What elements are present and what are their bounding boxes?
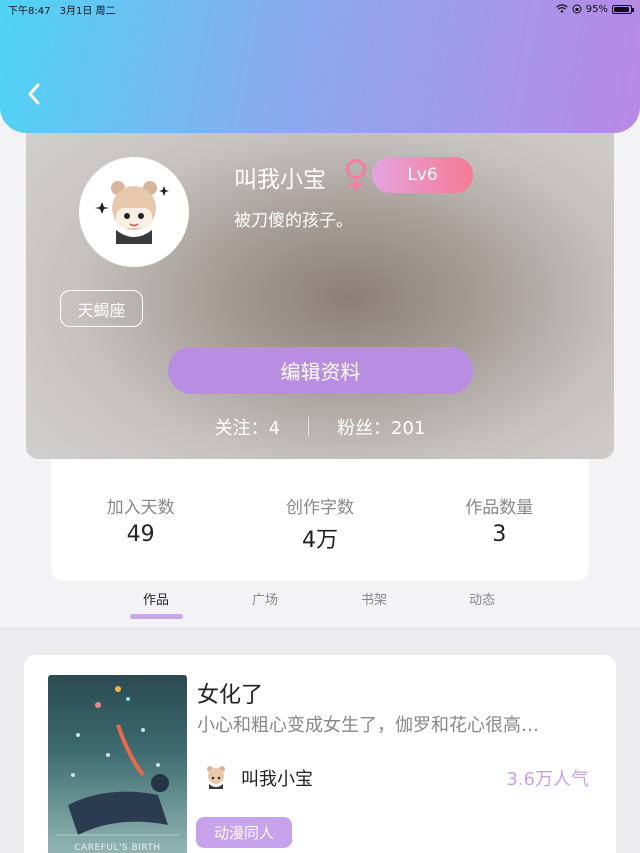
divider — [308, 417, 310, 437]
following-label: 关注： — [214, 418, 269, 439]
followers-count: 201 — [391, 418, 426, 439]
level-badge: Lv6 — [372, 157, 473, 193]
work-title[interactable]: 女化了 — [197, 677, 263, 709]
signature: 被刀傻的孩子。 — [234, 211, 353, 231]
stat-join-days: 加入天数 49 — [71, 493, 211, 581]
tab-works[interactable]: 作品 — [126, 589, 186, 608]
cover-image[interactable]: CAREFUL'S BIRTH — [48, 675, 187, 853]
header-bar — [0, 0, 640, 133]
back-button[interactable] — [18, 78, 50, 110]
stat-value: 49 — [126, 522, 155, 547]
status-bar: 下午8:47 3月1日 周二 95% — [0, 0, 640, 18]
profile-card: 叫我小宝 Lv6 被刀傻的孩子。 天蝎座 编辑资料 关注：4 粉丝：201 — [26, 100, 614, 459]
following-stat[interactable]: 关注：4 — [215, 414, 280, 440]
followers-stat[interactable]: 粉丝：201 — [337, 414, 425, 440]
genre-tag[interactable]: 动漫同人 — [196, 817, 292, 848]
stat-word-count: 创作字数 4万 — [250, 493, 390, 581]
status-left: 下午8:47 3月1日 周二 — [8, 2, 122, 17]
work-description: 小心和粗心变成女生了，伽罗和花心很高… — [197, 715, 539, 736]
avatar-illustration — [95, 181, 169, 244]
tab-bar: 作品 广场 书架 动态 — [0, 581, 640, 627]
avatar[interactable] — [79, 157, 189, 267]
female-icon — [346, 159, 366, 192]
author-avatar-illustration — [207, 766, 225, 789]
chevron-left-icon — [28, 83, 40, 105]
tab-activity[interactable]: 动态 — [452, 589, 512, 608]
stat-value: 3 — [492, 522, 507, 547]
cover-illustration — [56, 686, 179, 836]
tab-indicator — [130, 614, 183, 619]
orientation-lock-icon — [572, 4, 582, 14]
stat-label: 加入天数 — [106, 498, 175, 518]
cover-caption: CAREFUL'S BIRTH — [74, 843, 161, 853]
username: 叫我小宝 — [234, 167, 326, 193]
battery-percent: 95% — [585, 3, 608, 15]
stats-card: 加入天数 49 创作字数 4万 作品数量 3 — [51, 459, 589, 581]
following-count: 4 — [268, 418, 281, 439]
tab-bookshelf[interactable]: 书架 — [344, 589, 404, 608]
stat-value: 4万 — [301, 528, 338, 553]
author-name[interactable]: 叫我小宝 — [241, 765, 313, 791]
stat-work-count: 作品数量 3 — [429, 493, 569, 581]
edit-profile-button[interactable]: 编辑资料 — [168, 347, 473, 394]
wifi-icon — [556, 4, 568, 13]
follow-stats: 关注：4 粉丝：201 — [26, 412, 614, 442]
tab-square[interactable]: 广场 — [235, 589, 295, 608]
zodiac-tag: 天蝎座 — [60, 290, 143, 327]
status-right: 95% — [556, 3, 634, 15]
popularity-count: 3.6万人气 — [506, 769, 589, 790]
stat-label: 创作字数 — [285, 498, 354, 518]
status-date: 3月1日 周二 — [59, 5, 116, 17]
followers-label: 粉丝： — [337, 418, 392, 439]
work-card[interactable]: CAREFUL'S BIRTH 女化了 小心和粗心变成女生了，伽罗和花心很高… … — [24, 655, 616, 853]
battery-icon — [612, 4, 634, 14]
stat-label: 作品数量 — [465, 498, 534, 518]
status-time: 下午8:47 — [8, 5, 51, 17]
author-avatar[interactable] — [200, 761, 232, 793]
